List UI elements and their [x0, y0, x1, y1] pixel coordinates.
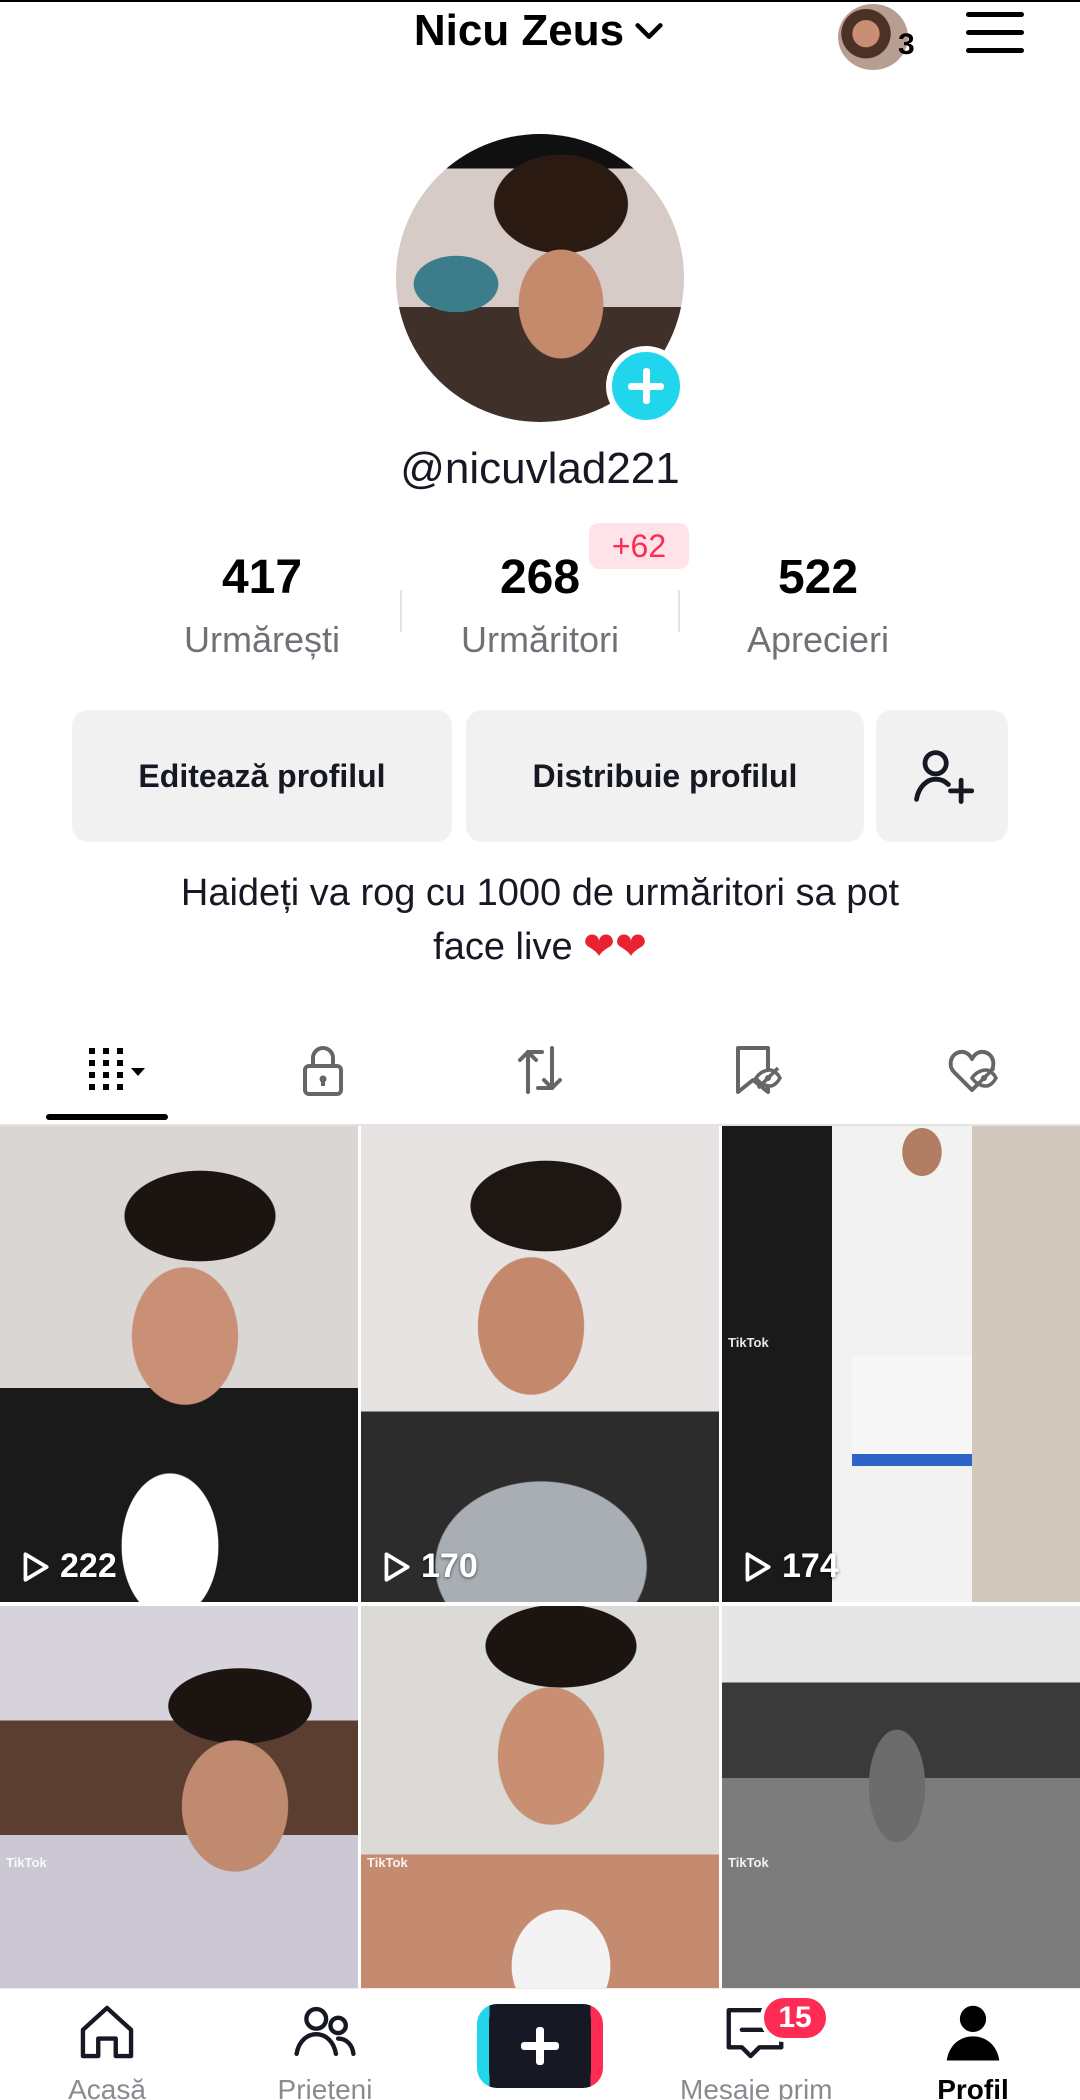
view-count-value: 170: [421, 1547, 478, 1585]
stat-label: Urmărești: [183, 619, 340, 660]
new-followers-badge: +62: [589, 523, 689, 569]
stat-label: Aprecieri: [746, 619, 890, 660]
menu-icon[interactable]: [966, 12, 1024, 58]
add-user-icon: [914, 750, 975, 804]
stat-divider: [678, 590, 680, 632]
nav-label: Mesaje prim: [680, 2074, 833, 2100]
plus-icon: [489, 2004, 591, 2088]
active-tab-indicator: [46, 1114, 168, 1120]
tab-private[interactable]: [273, 1030, 373, 1110]
video-thumbnail[interactable]: 222: [0, 1126, 358, 1602]
tiktok-watermark: TikTok: [367, 1855, 408, 1870]
view-count: 170: [379, 1547, 478, 1586]
edit-profile-button[interactable]: Editează profilul: [72, 710, 452, 842]
content-tabs: [0, 1020, 1080, 1126]
nav-home[interactable]: Acasă: [32, 1997, 182, 2100]
play-icon: [23, 1551, 49, 1582]
tab-reposts[interactable]: [490, 1030, 590, 1110]
stat-divider: [400, 590, 402, 632]
profile-username: @nicuvlad221: [400, 444, 680, 493]
nav-label: Profil: [937, 2074, 1009, 2100]
profile-icon: [946, 2005, 1000, 2061]
heart-emoji: ❤❤: [583, 926, 647, 968]
stat-value: 522: [777, 551, 859, 604]
share-profile-button[interactable]: Distribuie profilul: [466, 710, 864, 842]
friends-icon: [294, 2006, 356, 2057]
play-icon: [384, 1551, 410, 1582]
nav-friends[interactable]: Prieteni: [250, 1997, 400, 2100]
liked-icon: [948, 1049, 998, 1092]
tab-videos[interactable]: [60, 1030, 170, 1110]
create-button[interactable]: [477, 2004, 603, 2088]
tiktok-watermark: TikTok: [728, 1335, 769, 1350]
nav-label: Acasă: [68, 2074, 146, 2100]
grid-icon: [89, 1048, 145, 1090]
account-switcher[interactable]: Nicu Zeus: [0, 6, 1080, 56]
view-count: 222: [18, 1547, 117, 1586]
saved-icon: [736, 1046, 782, 1094]
add-story-icon[interactable]: [606, 346, 686, 426]
nav-label: Prieteni: [277, 2074, 373, 2100]
add-friend-button[interactable]: [876, 710, 1008, 842]
top-bar: Nicu Zeus 3: [0, 0, 1080, 70]
video-thumbnail[interactable]: TikTok: [0, 1606, 358, 1988]
tiktok-watermark: TikTok: [6, 1855, 47, 1870]
stat-value: 417: [221, 551, 303, 604]
bio-line-2: face live: [433, 926, 573, 968]
profile-bio: Haideți va rog cu 1000 de urmăritori sa …: [0, 866, 1080, 974]
tab-liked[interactable]: [922, 1030, 1022, 1110]
tiktok-watermark: TikTok: [728, 1855, 769, 1870]
video-thumbnail[interactable]: TikTok 174: [722, 1126, 1080, 1602]
play-icon: [745, 1551, 771, 1582]
inbox-badge: 15: [760, 1994, 830, 2042]
video-thumbnail[interactable]: TikTok: [722, 1606, 1080, 1988]
nav-profile[interactable]: Profil: [898, 1997, 1048, 2100]
repost-icon: [518, 1046, 562, 1094]
chevron-down-icon: [635, 23, 663, 39]
stat-label: Urmăritori: [461, 619, 619, 660]
home-icon: [80, 2005, 134, 2059]
stat-following[interactable]: 417 Urmărești: [152, 550, 372, 661]
lock-icon: [303, 1046, 343, 1096]
video-thumbnail[interactable]: TikTok: [361, 1606, 719, 1988]
bio-line-1: Haideți va rog cu 1000 de urmăritori sa …: [180, 872, 900, 914]
view-count-value: 222: [60, 1547, 117, 1585]
stat-likes[interactable]: 522 Aprecieri: [708, 550, 928, 661]
view-count: 174: [740, 1547, 839, 1586]
accounts-count: 3: [898, 28, 915, 61]
view-count-value: 174: [782, 1547, 839, 1585]
account-name: Nicu Zeus: [413, 6, 625, 55]
tab-saved[interactable]: [706, 1030, 806, 1110]
video-thumbnail[interactable]: 170: [361, 1126, 719, 1602]
